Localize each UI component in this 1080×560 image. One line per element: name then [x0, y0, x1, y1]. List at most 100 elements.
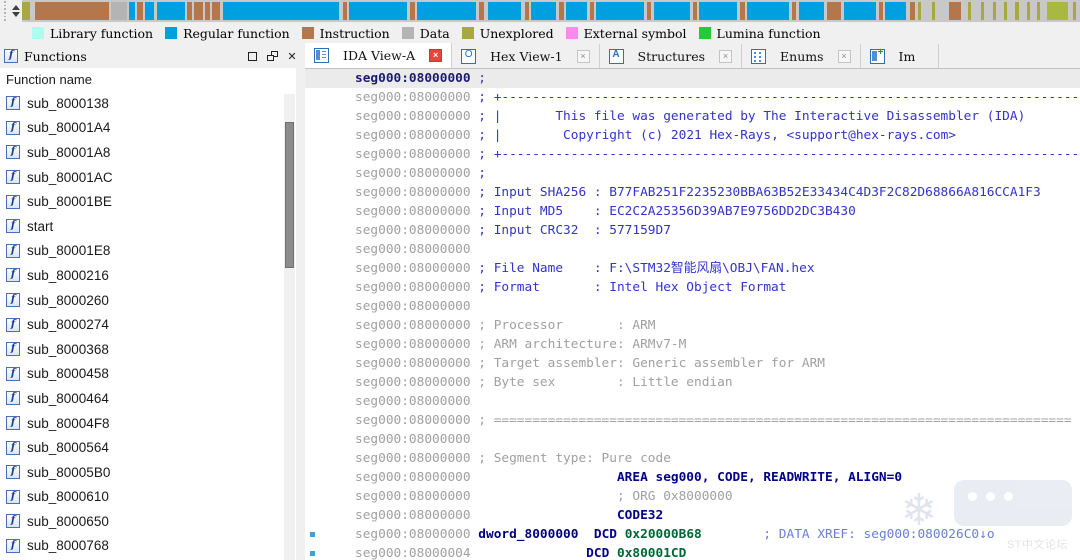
function-list-item[interactable]: f start — [0, 214, 304, 239]
function-list-item[interactable]: f sub_80001AC — [0, 165, 304, 190]
navband-segment[interactable] — [740, 2, 745, 20]
navband-segment[interactable] — [205, 2, 211, 20]
navband-segment[interactable] — [909, 2, 915, 20]
tab-close-icon[interactable]: × — [429, 48, 443, 62]
nav-down-arrow-icon[interactable] — [11, 12, 20, 17]
navband-segment[interactable] — [1015, 2, 1019, 20]
navband-segment[interactable] — [980, 2, 984, 20]
navband-segment[interactable] — [967, 2, 972, 20]
function-list-item[interactable]: f sub_80001A4 — [0, 116, 304, 141]
function-list-item[interactable]: f sub_8000564 — [0, 435, 304, 460]
navband-segment[interactable] — [342, 2, 347, 20]
function-list-item[interactable]: f sub_8000464 — [0, 386, 304, 411]
navband-arrows[interactable] — [9, 0, 22, 22]
navband-segment[interactable] — [827, 2, 841, 20]
disassembly-line[interactable]: seg000:08000000 ; Format : Intel Hex Obj… — [305, 278, 1080, 297]
function-list-item[interactable]: f sub_8000260 — [0, 288, 304, 313]
disassembly-line[interactable]: seg000:08000000 ; Segment type: Pure cod… — [305, 449, 1080, 468]
navband-segment[interactable] — [885, 2, 907, 20]
nav-up-arrow-icon[interactable] — [11, 5, 20, 10]
functions-scrollbar-thumb[interactable] — [285, 122, 294, 268]
navband-segment[interactable] — [110, 2, 127, 20]
tab-hex-view-1[interactable]: Hex View-1 × — [452, 44, 600, 68]
navband-segment[interactable] — [647, 2, 652, 20]
function-list-item[interactable]: f sub_8000368 — [0, 337, 304, 362]
disassembly-line[interactable]: seg000:08000000 ; +---------------------… — [305, 145, 1080, 164]
navband-segment[interactable] — [487, 2, 522, 20]
navband-segment[interactable] — [565, 2, 587, 20]
navband-segment[interactable] — [746, 2, 790, 20]
navband-segment[interactable] — [993, 2, 997, 20]
disassembly-line[interactable]: seg000:08000000 ; ARM architecture: ARMv… — [305, 335, 1080, 354]
tab-ida-view-a[interactable]: IDA View-A × — [305, 43, 453, 68]
disassembly-line[interactable]: seg000:08000000 ; Target assembler: Gene… — [305, 354, 1080, 373]
navband-segment[interactable] — [844, 2, 876, 20]
navband-segment[interactable] — [1003, 2, 1007, 20]
navband-segment[interactable] — [530, 2, 557, 20]
navband-segment[interactable] — [596, 2, 645, 20]
navband-segment[interactable] — [348, 2, 408, 20]
function-list-item[interactable]: f sub_80005B0 — [0, 460, 304, 485]
disassembly-line[interactable]: seg000:08000000 dword_8000000 DCD 0x2000… — [305, 525, 1080, 544]
disassembly-line[interactable]: seg000:08000000 ; Input SHA256 : B77FAB2… — [305, 183, 1080, 202]
tab-structures[interactable]: Structures × — [600, 44, 743, 68]
tab-close-icon[interactable]: × — [576, 49, 590, 63]
disassembly-line[interactable]: seg000:08000000 ; — [305, 164, 1080, 183]
disassembly-line[interactable]: seg000:08000000 ; File Name : F:\STM32智能… — [305, 259, 1080, 278]
disassembly-line[interactable]: seg000:08000000 — [305, 430, 1080, 449]
tab-close-icon[interactable]: × — [837, 49, 851, 63]
functions-column-header[interactable]: Function name — [0, 68, 304, 91]
navband-segment[interactable] — [144, 2, 155, 20]
navband-segment[interactable] — [223, 2, 340, 20]
navband-segment[interactable] — [1027, 2, 1031, 20]
disassembly-line[interactable]: seg000:08000000 ; Processor : ARM — [305, 316, 1080, 335]
navband-segment[interactable] — [22, 2, 31, 20]
disassembly-line[interactable]: seg000:08000000 ; +---------------------… — [305, 88, 1080, 107]
navband-segment[interactable] — [948, 2, 962, 20]
function-list-item[interactable]: f sub_8000650 — [0, 509, 304, 534]
navband-segment[interactable] — [1036, 2, 1040, 20]
disassembly-line[interactable]: seg000:08000004 DCD 0x80001CD — [305, 544, 1080, 560]
disassembly-line[interactable]: seg000:08000000 ; Byte sex : Little endi… — [305, 373, 1080, 392]
function-list-item[interactable]: f sub_80001E8 — [0, 239, 304, 264]
view-tabbar[interactable]: IDA View-A×Hex View-1×Structures×Enums×I… — [305, 43, 1080, 69]
navigation-band[interactable] — [0, 0, 1080, 23]
disassembly-line[interactable]: seg000:08000000 — [305, 392, 1080, 411]
navband-segment[interactable] — [34, 2, 109, 20]
navband-segment[interactable] — [590, 2, 595, 20]
navband-segment[interactable] — [524, 2, 529, 20]
navband-segment[interactable] — [878, 2, 884, 20]
disassembly-line[interactable]: seg000:08000000 CODE32 — [305, 506, 1080, 525]
navband-segment[interactable] — [479, 2, 485, 20]
function-list-item[interactable]: f sub_8000768 — [0, 534, 304, 559]
functions-list-container[interactable]: Function name f sub_8000138 f sub_80001A4f s… — [0, 68, 305, 560]
disassembly-line[interactable]: seg000:08000000 — [305, 240, 1080, 259]
navband-segment[interactable] — [1047, 2, 1069, 20]
navband-segment[interactable] — [157, 2, 185, 20]
navband-segment[interactable] — [918, 2, 922, 20]
navband-segment[interactable] — [792, 2, 797, 20]
disassembly-line[interactable]: seg000:08000000 ; — [305, 69, 1080, 88]
function-list-item[interactable]: f sub_8000138 — [0, 91, 304, 116]
function-list-item[interactable]: f sub_8000274 — [0, 312, 304, 337]
disassembly-line[interactable]: seg000:08000000 ; ORG 0x8000000 — [305, 487, 1080, 506]
disassembly-line[interactable]: seg000:08000000 ; | Copyright (c) 2021 H… — [305, 126, 1080, 145]
navband-segment[interactable] — [212, 2, 220, 20]
function-list-item[interactable]: f sub_8000216 — [0, 263, 304, 288]
navband-segment[interactable] — [128, 2, 136, 20]
drag-grip-icon[interactable] — [0, 0, 9, 22]
navband-segment[interactable] — [187, 2, 193, 20]
navband-segment[interactable] — [1072, 2, 1076, 20]
navband-segment[interactable] — [137, 2, 143, 20]
navband-segment[interactable] — [194, 2, 203, 20]
functions-scrollbar[interactable] — [284, 94, 295, 560]
disassembly-line[interactable]: seg000:08000000 ; Input CRC32 : 577159D7 — [305, 221, 1080, 240]
navband-segment[interactable] — [798, 2, 824, 20]
navband-segment[interactable] — [416, 2, 476, 20]
tab-enums[interactable]: Enums × — [742, 44, 861, 68]
close-window-icon[interactable]: ✕ — [283, 47, 301, 65]
navband-segment[interactable] — [692, 2, 697, 20]
navband-segment[interactable] — [931, 2, 936, 20]
navband-segment[interactable] — [653, 2, 690, 20]
navband-segment[interactable] — [559, 2, 564, 20]
